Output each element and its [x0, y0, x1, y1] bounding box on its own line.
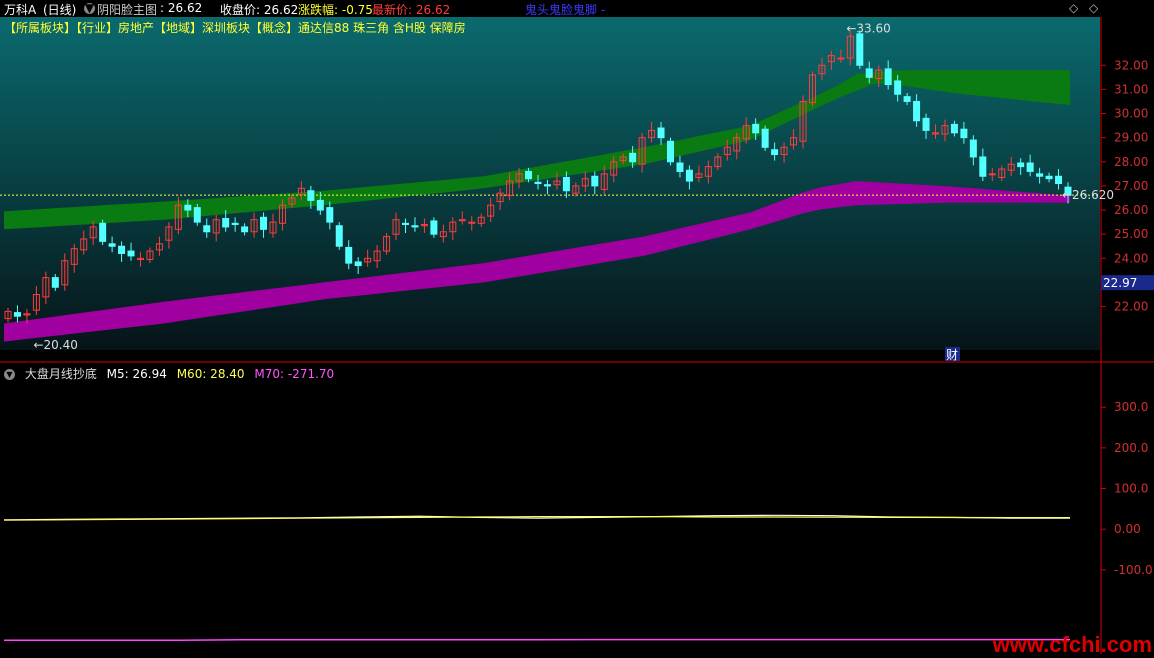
chart-background	[0, 17, 1100, 350]
last-price-label: ←26.620	[1062, 188, 1114, 202]
min-price-label: ←20.40	[33, 338, 77, 352]
candle	[51, 277, 59, 288]
candle	[203, 225, 211, 233]
extra-indicator-label: 鬼头鬼脸鬼脚 -	[525, 3, 606, 17]
candle	[534, 181, 542, 184]
sector-tags[interactable]: 【所属板块】【行业】房地产【地域】深圳板块【概念】通达信88 珠三角 含H股 保…	[4, 19, 466, 36]
candle	[562, 176, 570, 192]
candle	[667, 140, 674, 163]
candle	[335, 225, 343, 247]
indicator-tick-label: 100.0	[1114, 482, 1148, 496]
candle	[99, 222, 107, 242]
indicator-chart[interactable]: 300.0 200.0 100.0 0.00 -100.0	[0, 363, 1154, 654]
candle	[856, 33, 864, 66]
candle	[1036, 173, 1044, 177]
candle	[525, 170, 533, 180]
candle	[884, 68, 892, 86]
price-tick-label: 26.00	[1114, 203, 1148, 217]
diamond-icon[interactable]: ◇	[1069, 1, 1078, 15]
m60-label: M60: 28.40	[176, 367, 245, 381]
candle	[865, 68, 873, 78]
candle	[411, 225, 419, 228]
main-price-chart[interactable]: 22.0023.0024.0025.0026.0027.0028.0029.00…	[0, 17, 1154, 363]
candle	[184, 204, 192, 211]
candle	[903, 96, 911, 102]
price-tick-label: 27.00	[1114, 179, 1148, 193]
candle	[894, 80, 902, 95]
price-tick-label: 25.00	[1114, 227, 1148, 241]
indicator-tick-label: -100.0	[1114, 563, 1153, 577]
candle	[118, 245, 126, 254]
price-tick-label: 28.00	[1114, 155, 1148, 169]
highlight-price-label: 22.97	[1103, 276, 1137, 290]
candle	[591, 175, 599, 187]
indicator-line-m70	[4, 638, 1070, 641]
indicator-tick-label: 300.0	[1114, 400, 1148, 414]
candle	[988, 173, 996, 176]
candle	[260, 216, 268, 230]
price-tick-label: 22.00	[1114, 300, 1148, 314]
indicator-menu-icon[interactable]: ▼	[4, 369, 15, 380]
candle	[307, 190, 315, 201]
candle	[837, 57, 845, 60]
candle	[127, 250, 135, 257]
candle	[326, 207, 334, 223]
close-price-label: 收盘价: 26.62	[220, 3, 299, 17]
max-price-label: ←33.60	[846, 22, 890, 36]
change-label: 涨跌幅: -0.75	[298, 3, 373, 17]
candle	[969, 139, 977, 158]
price-tick-label: 24.00	[1114, 251, 1148, 265]
candle	[752, 123, 760, 134]
price-tick-label: 32.00	[1114, 58, 1148, 72]
candle	[108, 243, 116, 247]
candle	[657, 127, 665, 139]
candle	[402, 222, 409, 226]
candle	[685, 169, 693, 182]
candle	[354, 261, 362, 267]
candle	[771, 149, 779, 156]
candle	[1017, 162, 1025, 168]
indicator-menu-icon[interactable]: ▼	[84, 2, 95, 14]
candle	[913, 100, 921, 122]
title-bar: 万科A (日线) ▼ 阴阳脸主图 : 26.62 收盘价: 26.62 涨跌幅:…	[0, 0, 1154, 17]
candle	[960, 128, 968, 139]
m5-label: M5: 26.94	[106, 367, 167, 381]
candle	[629, 152, 637, 163]
candle	[345, 246, 353, 264]
indicator-tick-label: 0.00	[1114, 522, 1141, 536]
stock-name[interactable]: 万科A	[4, 1, 36, 18]
candle	[761, 128, 769, 148]
candle	[1045, 175, 1053, 180]
candle	[231, 222, 239, 226]
m70-label: M70: -271.70	[254, 367, 335, 381]
candle	[316, 199, 324, 211]
candle	[950, 123, 958, 134]
candle	[676, 162, 684, 172]
candle	[13, 312, 21, 317]
main-indicator-value: : 26.62	[160, 1, 203, 15]
latest-price-label: 最新价: 26.62	[372, 3, 451, 17]
main-indicator-name[interactable]: 阴阳脸主图	[97, 1, 157, 18]
candle	[979, 156, 987, 177]
price-tick-label: 30.00	[1114, 107, 1148, 121]
candle	[1026, 162, 1034, 172]
candle	[922, 117, 930, 131]
candle	[193, 207, 201, 223]
price-tick-label: 31.00	[1114, 82, 1148, 96]
diamond-icon[interactable]: ◇	[1089, 1, 1098, 15]
indicator-title[interactable]: 大盘月线抄底	[25, 367, 97, 381]
candle	[543, 184, 551, 187]
price-tick-label: 29.00	[1114, 131, 1148, 145]
indicator-tick-label: 200.0	[1114, 441, 1148, 455]
candle	[222, 217, 230, 228]
candle	[1055, 175, 1063, 184]
indicator-header: ▼ 大盘月线抄底 M5: 26.94 M60: 28.40 M70: -271.…	[4, 365, 340, 382]
candle	[458, 219, 466, 222]
period-label[interactable]: (日线)	[43, 1, 76, 18]
candle	[430, 220, 438, 235]
candle	[241, 226, 249, 233]
watermark: www.cfchi.com	[992, 632, 1152, 657]
event-marker-label: 财	[946, 348, 958, 362]
